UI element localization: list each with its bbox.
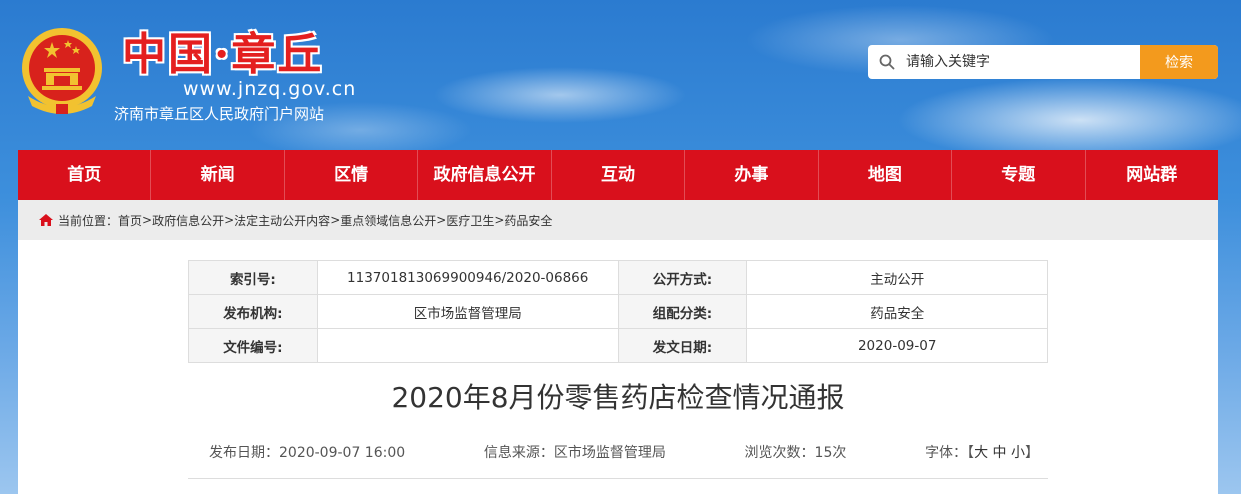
publisher-value: 区市场监督管理局 — [316, 294, 619, 329]
article-info-bar: 发布日期：2020-09-07 16:00 信息来源：区市场监督管理局 浏览次数… — [209, 442, 1039, 462]
font-small-button[interactable]: 小 — [1011, 445, 1025, 461]
nav-item-district[interactable]: 区情 — [285, 150, 419, 200]
breadcrumb-separator: > — [142, 213, 153, 227]
site-url: www.jnzq.gov.cn — [183, 78, 357, 100]
search-box: 检索 — [868, 45, 1218, 79]
site-name: 济南市章丘区人民政府门户网站 — [114, 105, 325, 123]
date-label: 发文日期: — [617, 328, 748, 363]
nav-item-map[interactable]: 地图 — [819, 150, 953, 200]
doc-no-label: 文件编号: — [188, 328, 318, 363]
breadcrumb-item-gov-info[interactable]: 政府信息公开 — [152, 212, 224, 229]
nav-item-home[interactable]: 首页 — [18, 150, 152, 200]
breadcrumb-separator: > — [330, 213, 341, 227]
font-size-control: 字体：【大 中 小】 — [925, 442, 1039, 462]
search-input[interactable] — [906, 45, 1140, 79]
font-size-label: 字体：【 — [925, 445, 975, 461]
breadcrumb-separator: > — [224, 213, 235, 227]
breadcrumb-item-statutory[interactable]: 法定主动公开内容 — [234, 212, 330, 229]
publish-date: 发布日期：2020-09-07 16:00 — [209, 445, 406, 461]
nav-item-interaction[interactable]: 互动 — [552, 150, 686, 200]
main-nav: 首页 新闻 区情 政府信息公开 互动 办事 地图 专题 网站群 — [18, 150, 1218, 200]
index-label: 索引号: — [188, 260, 318, 295]
article-meta-table: 索引号: 113701813069900946/2020-06866 公开方式:… — [188, 260, 1048, 363]
nav-item-services[interactable]: 办事 — [685, 150, 819, 200]
category-label: 组配分类: — [617, 294, 748, 329]
table-row: 索引号: 113701813069900946/2020-06866 公开方式:… — [188, 260, 1048, 295]
view-count: 浏览次数：15次 — [744, 445, 847, 461]
method-label: 公开方式: — [617, 260, 748, 295]
index-value: 113701813069900946/2020-06866 — [316, 260, 619, 295]
home-icon — [39, 214, 53, 226]
font-size-close: 】 — [1024, 445, 1039, 461]
method-value: 主动公开 — [746, 260, 1048, 295]
national-emblem-icon — [22, 28, 102, 114]
article-content: 索引号: 113701813069900946/2020-06866 公开方式:… — [18, 240, 1218, 494]
breadcrumb: 当前位置： 首页 > 政府信息公开 > 法定主动公开内容 > 重点领域信息公开 … — [18, 200, 1218, 240]
breadcrumb-item-medical[interactable]: 医疗卫生 — [446, 212, 494, 229]
table-row: 发布机构: 区市场监督管理局 组配分类: 药品安全 — [188, 294, 1048, 329]
font-large-button[interactable]: 大 — [974, 445, 988, 461]
search-icon — [868, 45, 906, 79]
divider — [188, 478, 1048, 479]
breadcrumb-item-home[interactable]: 首页 — [118, 212, 142, 229]
search-button[interactable]: 检索 — [1140, 45, 1218, 79]
nav-item-news[interactable]: 新闻 — [151, 150, 285, 200]
font-medium-button[interactable]: 中 — [993, 445, 1007, 461]
site-logo-text: 中国·章丘 — [122, 29, 324, 80]
table-row: 文件编号: 发文日期: 2020-09-07 — [188, 328, 1048, 363]
nav-item-site-group[interactable]: 网站群 — [1086, 150, 1218, 200]
nav-item-gov-info[interactable]: 政府信息公开 — [418, 150, 552, 200]
nav-item-topics[interactable]: 专题 — [952, 150, 1086, 200]
doc-no-value — [316, 328, 619, 363]
breadcrumb-label: 当前位置： — [58, 213, 119, 228]
article-title: 2020年8月份零售药店检查情况通报 — [391, 381, 845, 414]
date-value: 2020-09-07 — [746, 328, 1048, 363]
breadcrumb-item-key-areas[interactable]: 重点领域信息公开 — [340, 212, 436, 229]
breadcrumb-separator: > — [494, 213, 505, 227]
info-source: 信息来源：区市场监督管理局 — [483, 445, 666, 461]
publisher-label: 发布机构: — [188, 294, 318, 329]
breadcrumb-separator: > — [436, 213, 447, 227]
breadcrumb-item-drug-safety[interactable]: 药品安全 — [504, 212, 552, 229]
category-value: 药品安全 — [746, 294, 1048, 329]
